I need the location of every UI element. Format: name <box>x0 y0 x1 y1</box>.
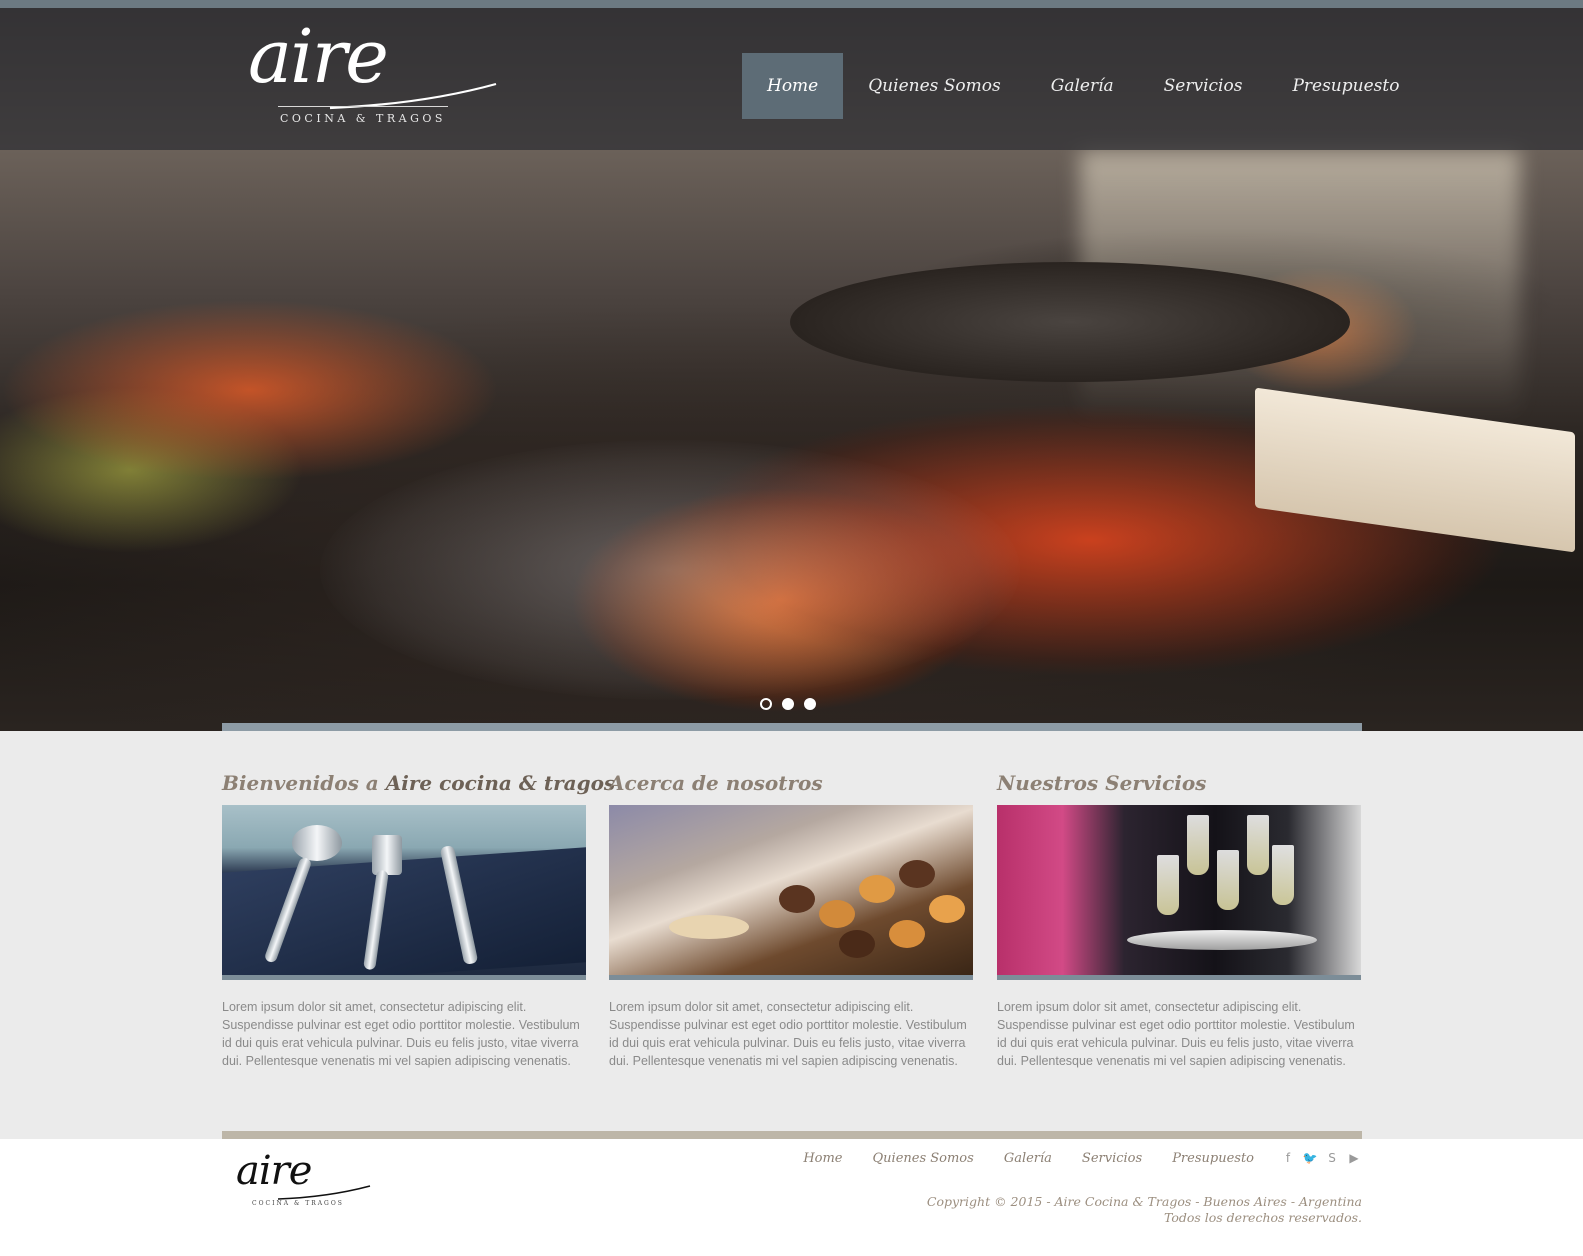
footer-nav: Home Quienes Somos Galería Servicios Pre… <box>773 1150 1362 1166</box>
nav-home[interactable]: Home <box>742 53 844 119</box>
section-title: Acerca de nosotros <box>609 771 823 795</box>
section-text: Lorem ipsum dolor sit amet, consectetur … <box>609 1000 967 1068</box>
footer-nav-presupuesto[interactable]: Presupuesto <box>1172 1151 1254 1166</box>
pastry <box>899 860 935 888</box>
top-accent-bar <box>0 0 1583 8</box>
fork <box>372 835 402 875</box>
champagne-glass <box>1157 855 1179 915</box>
photo-accent-bar <box>222 975 586 980</box>
nav-galeria[interactable]: Galería <box>1026 53 1139 119</box>
twitter-icon[interactable]: 🐦 <box>1302 1150 1318 1166</box>
footer-nav-galeria[interactable]: Galería <box>1004 1151 1052 1166</box>
champagne-photo <box>997 805 1361 975</box>
photo-accent-bar <box>997 975 1361 980</box>
champagne-glass <box>1247 815 1269 875</box>
nav-servicios[interactable]: Servicios <box>1139 53 1268 119</box>
pastry <box>819 900 855 928</box>
section-servicios: Nuestros Servicios Lorem ipsum dolor sit… <box>997 769 1361 1070</box>
skype-icon[interactable]: S <box>1324 1150 1340 1166</box>
hero-accent-bar <box>222 723 1362 731</box>
section-text: Lorem ipsum dolor sit amet, consectetur … <box>222 1000 580 1068</box>
copyright: Copyright © 2015 - Aire Cocina & Tragos … <box>927 1194 1362 1226</box>
youtube-icon[interactable]: ▶ <box>1346 1150 1362 1166</box>
pastry <box>889 920 925 948</box>
nav-quienes-somos[interactable]: Quienes Somos <box>843 53 1025 119</box>
footer-nav-servicios[interactable]: Servicios <box>1082 1151 1142 1166</box>
section-acerca: Acerca de nosotros Lorem ipsum dolor sit… <box>609 769 973 1070</box>
champagne-glass <box>1217 850 1239 910</box>
section-title: Bienvenidos a Aire cocina & tragos <box>222 771 616 795</box>
footer-logo-tagline: COCINA & TRAGOS <box>252 1200 344 1207</box>
spoon <box>292 825 342 861</box>
logo-tagline: COCINA & TRAGOS <box>280 112 446 125</box>
pastry <box>779 885 815 913</box>
section-title-brand: Aire cocina & tragos <box>385 771 616 795</box>
footer-logo[interactable]: aire COCINA & TRAGOS <box>236 1151 376 1214</box>
pastry <box>839 930 875 958</box>
pastry <box>859 875 895 903</box>
slider-dot-3[interactable] <box>804 698 816 710</box>
section-text: Lorem ipsum dolor sit amet, consectetur … <box>997 1000 1355 1068</box>
section-bienvenidos: Bienvenidos a Aire cocina & tragos Lorem… <box>222 769 616 1070</box>
champagne-glass <box>1187 815 1209 875</box>
nav-presupuesto[interactable]: Presupuesto <box>1267 53 1424 119</box>
copyright-line-2: Todos los derechos reservados. <box>1163 1210 1362 1225</box>
pastry <box>669 915 749 939</box>
cutlery-photo <box>222 805 586 975</box>
site-logo[interactable]: aire COCINA & TRAGOS <box>248 20 508 130</box>
logo-divider <box>278 106 448 107</box>
copyright-line-1: Copyright © 2015 - Aire Cocina & Tragos … <box>926 1194 1362 1209</box>
site-footer: aire COCINA & TRAGOS Home Quienes Somos … <box>0 1139 1583 1256</box>
slider-dot-1[interactable] <box>760 698 772 710</box>
hero-spoons <box>320 440 1020 700</box>
main-nav: Home Quienes Somos Galería Servicios Pre… <box>742 53 1424 119</box>
section-title: Nuestros Servicios <box>997 771 1207 795</box>
pastries-photo <box>609 805 973 975</box>
slider-pagination <box>760 698 816 710</box>
champagne-glass <box>1272 845 1294 905</box>
slider-dot-2[interactable] <box>782 698 794 710</box>
photo-accent-bar <box>609 975 973 980</box>
footer-nav-quienes-somos[interactable]: Quienes Somos <box>873 1151 974 1166</box>
pastry <box>929 895 965 923</box>
hero-napkins <box>1255 387 1575 553</box>
footer-nav-home[interactable]: Home <box>803 1151 842 1166</box>
hero-slider: aire COCINA & TRAGOS Home Quienes Somos … <box>0 0 1583 731</box>
footer-accent-bar <box>222 1131 1362 1139</box>
site-header: aire COCINA & TRAGOS Home Quienes Somos … <box>0 8 1583 150</box>
facebook-icon[interactable]: f <box>1280 1150 1296 1166</box>
footer-logo-swoosh-icon <box>277 1185 371 1200</box>
social-links: f 🐦 S ▶ <box>1280 1150 1362 1166</box>
hero-tray <box>790 262 1350 382</box>
main-content: Bienvenidos a Aire cocina & tragos Lorem… <box>0 731 1583 1131</box>
serving-tray <box>1127 930 1317 950</box>
